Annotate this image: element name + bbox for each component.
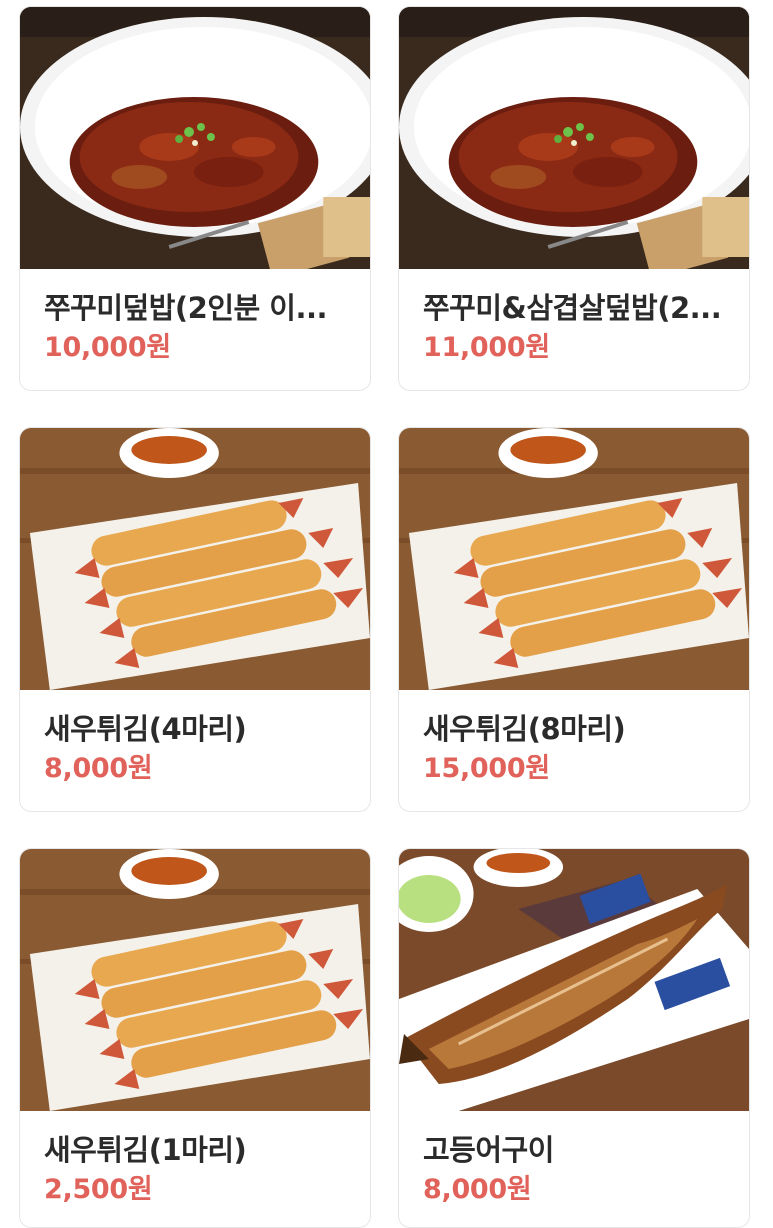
menu-item-name: 새우튀김(8마리)	[423, 712, 626, 746]
menu-item-name: 고등어구이	[423, 1133, 554, 1167]
grilled-mackerel-image	[399, 849, 749, 1111]
menu-item-price: 8,000원	[423, 1174, 532, 1205]
menu-item-price: 11,000원	[423, 332, 550, 363]
menu-grid: 쭈꾸미덮밥(2인분 이... 10,000원 쭈꾸미&삼겹살덮밥(2... 11…	[0, 0, 773, 1228]
menu-item-card[interactable]: 쭈꾸미&삼겹살덮밥(2... 11,000원	[398, 6, 750, 391]
menu-item-price: 10,000원	[44, 332, 171, 363]
menu-item-card[interactable]: 새우튀김(4마리) 8,000원	[19, 427, 371, 812]
octopus-rice-bowl-image	[20, 7, 370, 269]
menu-item-card[interactable]: 쭈꾸미덮밥(2인분 이... 10,000원	[19, 6, 371, 391]
menu-item-name: 쭈꾸미덮밥(2인분 이...	[44, 291, 328, 325]
fried-shrimp-image	[20, 428, 370, 690]
fried-shrimp-image	[20, 849, 370, 1111]
octopus-pork-rice-bowl-image	[399, 7, 749, 269]
menu-item-card[interactable]: 고등어구이 8,000원	[398, 848, 750, 1228]
menu-item-name: 새우튀김(1마리)	[44, 1133, 247, 1167]
menu-item-name: 새우튀김(4마리)	[44, 712, 247, 746]
menu-item-price: 15,000원	[423, 753, 550, 784]
menu-item-name: 쭈꾸미&삼겹살덮밥(2...	[423, 291, 722, 325]
menu-item-price: 2,500원	[44, 1174, 153, 1205]
menu-item-price: 8,000원	[44, 753, 153, 784]
menu-item-card[interactable]: 새우튀김(8마리) 15,000원	[398, 427, 750, 812]
fried-shrimp-image	[399, 428, 749, 690]
menu-item-card[interactable]: 새우튀김(1마리) 2,500원	[19, 848, 371, 1228]
